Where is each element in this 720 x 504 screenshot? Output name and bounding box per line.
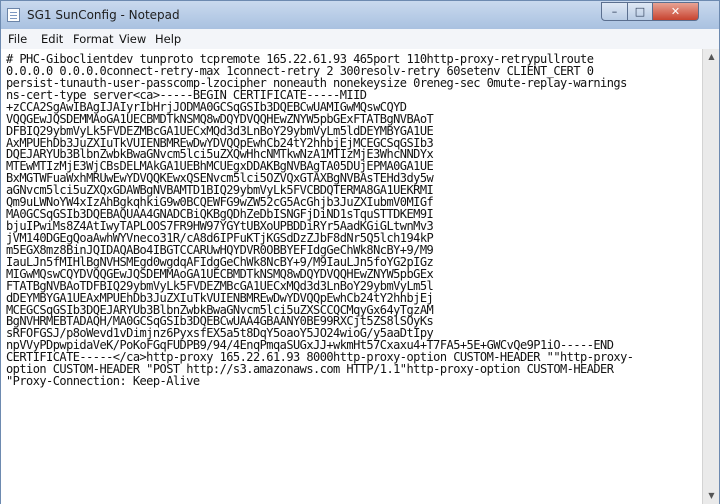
text-line: dDEYMBYGA1UEAxMPUEhDb3JuZXIuTkVUIENBMREw… [6,290,434,305]
text-line: FTATBgNVBAoTDFBIQ29ybmVyLk5FVDEZMBcGA1UE… [6,278,434,293]
window-title: SG1 SunConfig - Notepad [27,8,180,22]
menu-edit[interactable]: Edit [41,32,63,46]
text-editor[interactable]: # PHC-Giboclientdev tunproto tcpremote 1… [1,49,702,504]
notepad-icon [7,8,20,22]
text-line: "Proxy-Connection: Keep-Alive [6,374,200,389]
menu-help[interactable]: Help [155,32,181,46]
menu-file[interactable]: File [8,32,27,46]
vertical-scrollbar[interactable]: ▲ ▼ [702,49,719,504]
text-line: +zCCA2SgAwIBAgIJAIyrIbHrjJODMA0GCSqGSIb3… [6,99,407,114]
text-line: DFBIQ29ybmVyLk5FVDEZMBcGA1UECxMQd3d3LnBo… [6,123,434,138]
text-line: IauLJn5fMIHlBgNVHSMEgd0wgdqAFIdgGeChWk8N… [6,254,434,269]
close-button[interactable]: ✕ [652,2,699,21]
text-line: VQQGEwJQSDEMMAoGA1UECBMDTkNSMQ8wDQYDVQQH… [6,111,434,126]
menu-format[interactable]: Format [73,32,114,46]
maximize-button[interactable]: □ [627,2,653,21]
menu-bar: File Edit Format View Help [1,29,719,50]
menu-view[interactable]: View [119,32,146,46]
arrow-up-icon[interactable]: ▲ [704,49,719,65]
title-bar[interactable]: SG1 SunConfig - Notepad – □ ✕ [1,1,719,30]
minimize-button[interactable]: – [601,2,628,21]
notepad-window: SG1 SunConfig - Notepad – □ ✕ File Edit … [0,0,720,504]
text-line: ns-cert-type server<ca>-----BEGIN CERTIF… [6,87,367,102]
text-line: MIGwMQswCQYDVQQGEwJQSDEMMAoGA1UECBMDTkNS… [6,266,434,281]
arrow-down-icon[interactable]: ▼ [704,488,719,504]
